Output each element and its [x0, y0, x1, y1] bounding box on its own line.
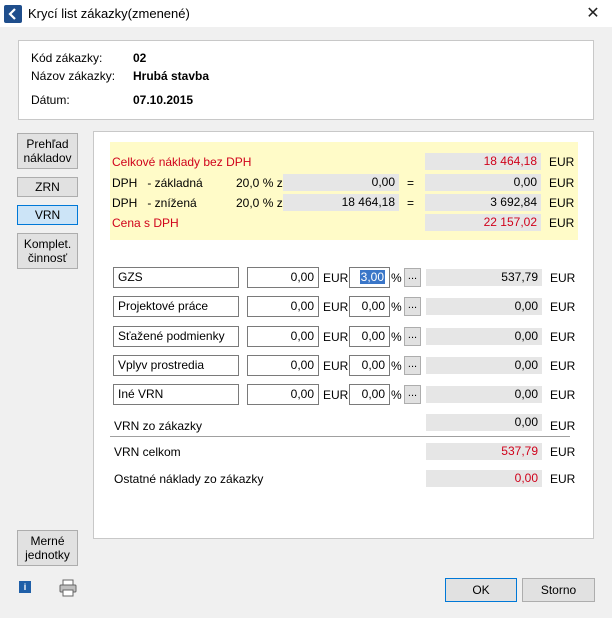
back-arrow-icon[interactable]	[4, 5, 22, 23]
vrn-row-details-button[interactable]: ...	[404, 268, 421, 287]
percent-sign: %	[391, 388, 402, 402]
vrn-row-name[interactable]: Iné VRN	[113, 384, 239, 405]
currency-label: EUR	[549, 196, 575, 210]
contract-header: Kód zákazky: 02 Názov zákazky: Hrubá sta…	[18, 40, 594, 120]
prehlad-nakladov-button[interactable]: Prehľad nákladov	[17, 133, 78, 169]
dph-znizena-base: 18 464,18	[283, 194, 399, 211]
percent-sign: %	[391, 271, 402, 285]
currency-label: EUR	[323, 330, 349, 344]
vrn-row-amount-input[interactable]: 0,00	[247, 267, 319, 288]
currency-label: EUR	[323, 359, 349, 373]
vrn-row-total: 537,79	[426, 269, 542, 286]
vrn-row-name[interactable]: Sťažené podmienky	[113, 326, 239, 347]
vrn-zakazky-value: 0,00	[426, 414, 542, 431]
nazov-label: Názov zákazky:	[31, 69, 116, 83]
kod-label: Kód zákazky:	[31, 51, 103, 65]
equals-sign: =	[407, 196, 415, 210]
vrn-row-amount-input[interactable]: 0,00	[247, 296, 319, 317]
close-icon[interactable]: ✕	[580, 2, 606, 26]
currency-label: EUR	[550, 300, 576, 314]
naklady-label: Celkové náklady bez DPH	[112, 155, 252, 169]
vrn-row-name[interactable]: Vplyv prostredia	[113, 355, 239, 376]
info-icon[interactable]: i	[19, 581, 31, 593]
totals-divider	[110, 436, 570, 437]
currency-label: EUR	[549, 155, 575, 169]
vrn-row-percent-input[interactable]: 0,00	[349, 296, 390, 317]
currency-label: EUR	[550, 388, 576, 402]
vrn-row-percent-input[interactable]: 0,00	[349, 326, 390, 347]
window-title: Krycí list zákazky(zmenené)	[28, 6, 190, 21]
vrn-row-percent-input[interactable]: 3,00	[349, 267, 390, 288]
vrn-row-amount-input[interactable]: 0,00	[247, 355, 319, 376]
currency-label: EUR	[323, 300, 349, 314]
storno-button[interactable]: Storno	[522, 578, 595, 602]
zrn-button[interactable]: ZRN	[17, 177, 78, 197]
currency-label: EUR	[550, 472, 576, 486]
vrn-row-percent-input[interactable]: 0,00	[349, 355, 390, 376]
currency-label: EUR	[550, 271, 576, 285]
vrn-row-amount-input[interactable]: 0,00	[247, 384, 319, 405]
vrn-celkom-value: 537,79	[426, 443, 542, 460]
ok-button[interactable]: OK	[445, 578, 517, 602]
merne-line2: jednotky	[25, 548, 70, 562]
vrn-row-details-button[interactable]: ...	[404, 385, 421, 404]
vrn-row-details-button[interactable]: ...	[404, 327, 421, 346]
currency-label: EUR	[323, 271, 349, 285]
kod-value: 02	[133, 51, 147, 65]
cena-value: 22 157,02	[425, 214, 541, 231]
merne-jednotky-button[interactable]: Merné jednotky	[17, 530, 78, 566]
komplet-line1: Komplet.	[23, 237, 72, 251]
prehlad-line1: Prehľad	[26, 137, 69, 151]
percent-sign: %	[391, 359, 402, 373]
merne-line1: Merné	[30, 534, 65, 548]
dph-znizena-rate: 20,0 % z	[236, 196, 283, 210]
nazov-value: Hrubá stavba	[133, 69, 210, 83]
percent-sign: %	[391, 300, 402, 314]
vrn-row-percent-input[interactable]: 0,00	[349, 384, 390, 405]
currency-label: EUR	[549, 216, 575, 230]
vrn-celkom-label: VRN celkom	[114, 445, 181, 459]
dph-zakladna-value: 0,00	[425, 174, 541, 191]
vrn-zakazky-label: VRN zo zákazky	[114, 419, 203, 433]
currency-label: EUR	[550, 330, 576, 344]
currency-label: EUR	[550, 445, 576, 459]
dph-znizena-value: 3 692,84	[425, 194, 541, 211]
vrn-row-total: 0,00	[426, 357, 542, 374]
currency-label: EUR	[550, 419, 576, 433]
dph-znizena-label: DPH - znížená	[112, 196, 197, 210]
cena-label: Cena s DPH	[112, 216, 179, 230]
vrn-row-name[interactable]: GZS	[113, 267, 239, 288]
vrn-row-percent-value: 3,00	[359, 270, 385, 284]
datum-label: Dátum:	[31, 93, 70, 107]
printer-icon[interactable]	[59, 579, 77, 597]
komplet-line2: činnosť	[27, 251, 68, 265]
naklady-value: 18 464,18	[425, 153, 541, 170]
vrn-row-total: 0,00	[426, 298, 542, 315]
dph-zakladna-label: DPH - základná	[112, 176, 203, 190]
ostatne-value: 0,00	[426, 470, 542, 487]
title-bar: Krycí list zákazky(zmenené) ✕	[0, 0, 612, 28]
vrn-row-details-button[interactable]: ...	[404, 297, 421, 316]
equals-sign: =	[407, 176, 415, 190]
vrn-row-total: 0,00	[426, 386, 542, 403]
komplet-cinnost-button[interactable]: Komplet. činnosť	[17, 233, 78, 269]
datum-value: 07.10.2015	[133, 93, 194, 107]
prehlad-line2: nákladov	[23, 151, 72, 165]
currency-label: EUR	[323, 388, 349, 402]
vrn-row-amount-input[interactable]: 0,00	[247, 326, 319, 347]
dph-zakladna-base: 0,00	[283, 174, 399, 191]
vrn-row-total: 0,00	[426, 328, 542, 345]
vrn-button[interactable]: VRN	[17, 205, 78, 225]
currency-label: EUR	[550, 359, 576, 373]
ostatne-label: Ostatné náklady zo zákazky	[114, 472, 264, 486]
percent-sign: %	[391, 330, 402, 344]
dph-zakladna-rate: 20,0 % z	[236, 176, 283, 190]
currency-label: EUR	[549, 176, 575, 190]
vrn-row-name[interactable]: Projektové práce	[113, 296, 239, 317]
vrn-row-details-button[interactable]: ...	[404, 356, 421, 375]
